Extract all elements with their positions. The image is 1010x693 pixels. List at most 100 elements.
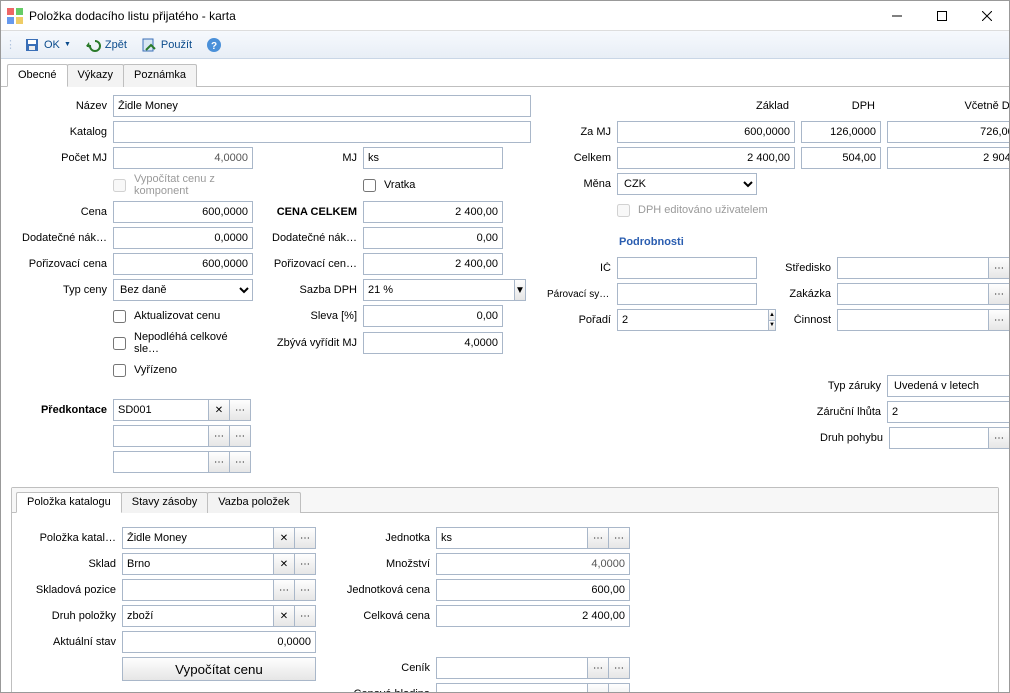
katalog-input[interactable] xyxy=(113,121,531,143)
ic-input[interactable] xyxy=(617,257,757,279)
cenhlad-input[interactable] xyxy=(436,683,588,692)
stredisko-input[interactable] xyxy=(837,257,989,279)
predkontace-clear-button[interactable]: ✕ xyxy=(208,399,230,421)
predkontace-input[interactable] xyxy=(113,399,209,421)
cena-celkem-input[interactable] xyxy=(363,201,503,223)
pocetmj-input[interactable] xyxy=(113,147,253,169)
porizovaci2-input[interactable] xyxy=(363,253,503,275)
vypocitat-komponent-checkbox: Vypočítat cenu z komponent xyxy=(113,173,253,197)
zakazka-input[interactable] xyxy=(837,283,989,305)
vratka-chk-input[interactable] xyxy=(363,179,376,192)
polozkakat-browse-button[interactable]: ⋯ xyxy=(294,527,316,549)
poradi-input[interactable] xyxy=(617,309,769,331)
polozkakat-clear-button[interactable]: ✕ xyxy=(273,527,295,549)
predkontace3-browse-button[interactable]: ⋯ xyxy=(229,451,251,473)
cinnost-pick-button[interactable]: ⋯ xyxy=(988,309,1009,331)
dodatecne2-input[interactable] xyxy=(363,227,503,249)
jednotka-pick-button[interactable]: ⋯ xyxy=(587,527,609,549)
druhpolozky-browse-button[interactable]: ⋯ xyxy=(294,605,316,627)
zamj-vcetne-input[interactable] xyxy=(887,121,1009,143)
stredisko-pick-button[interactable]: ⋯ xyxy=(988,257,1009,279)
jedncena-input[interactable] xyxy=(436,579,630,601)
cena-input[interactable] xyxy=(113,201,253,223)
sklad-input[interactable] xyxy=(122,553,274,575)
polozkakat-input[interactable] xyxy=(122,527,274,549)
nepodleha-chk-input[interactable] xyxy=(113,337,126,350)
celkem-zaklad-input[interactable] xyxy=(617,147,795,169)
tab-vykazy[interactable]: Výkazy xyxy=(67,64,124,87)
predkontace3-pick-button[interactable]: ⋯ xyxy=(208,451,230,473)
nepodleha-checkbox[interactable]: Nepodléhá celkové sle… xyxy=(113,331,253,355)
sklad-browse-button[interactable]: ⋯ xyxy=(294,553,316,575)
predkontace2-pick-button[interactable]: ⋯ xyxy=(208,425,230,447)
sazbadph-dropdown-button[interactable]: ▼ xyxy=(514,279,526,301)
dodatecne-input[interactable] xyxy=(113,227,253,249)
maximize-button[interactable] xyxy=(919,1,964,30)
zamj-zaklad-input[interactable] xyxy=(617,121,795,143)
mj-label: MJ xyxy=(253,152,363,164)
aktualizovat-chk-input[interactable] xyxy=(113,310,126,323)
jednotka-input[interactable] xyxy=(436,527,588,549)
cenik-browse-button[interactable]: ⋯ xyxy=(608,657,630,679)
aktstav-input[interactable] xyxy=(122,631,316,653)
inner-tabs-block: Položka katalogu Stavy zásoby Vazba polo… xyxy=(11,487,999,692)
minimize-button[interactable] xyxy=(874,1,919,30)
tab-obecne[interactable]: Obecné xyxy=(7,64,68,87)
druhpolozky-clear-button[interactable]: ✕ xyxy=(273,605,295,627)
tab-poznamka[interactable]: Poznámka xyxy=(123,64,197,87)
inner-tab-polozka[interactable]: Položka katalogu xyxy=(16,492,122,513)
inner-tab-vazba[interactable]: Vazba položek xyxy=(207,492,300,513)
inner-tab-stavy[interactable]: Stavy zásoby xyxy=(121,492,208,513)
zarucnilhuta-input[interactable] xyxy=(887,401,1009,423)
cenhlad-browse-button[interactable]: ⋯ xyxy=(608,683,630,692)
nazev-input[interactable] xyxy=(113,95,531,117)
druhpolozky-input[interactable] xyxy=(122,605,274,627)
vratka-checkbox[interactable]: Vratka xyxy=(363,179,415,192)
sazbadph-input[interactable] xyxy=(363,279,515,301)
vypocitat-cenu-button[interactable]: Vypočítat cenu xyxy=(122,657,316,681)
parovaci-input[interactable] xyxy=(617,283,757,305)
zarucnilhuta-label: Záruční lhůta xyxy=(547,406,887,418)
porizovaci-input[interactable] xyxy=(113,253,253,275)
zpet-button[interactable]: Zpět xyxy=(79,35,133,55)
druhpohybu-input[interactable] xyxy=(889,427,989,449)
cenik-input[interactable] xyxy=(436,657,588,679)
mena-select[interactable]: CZK xyxy=(617,173,757,195)
cenhlad-pick-button[interactable]: ⋯ xyxy=(587,683,609,692)
predkontace2-input[interactable] xyxy=(113,425,209,447)
cinnost-input[interactable] xyxy=(837,309,989,331)
celkem-vcetne-input[interactable] xyxy=(887,147,1009,169)
zbyva-input[interactable] xyxy=(363,332,503,354)
ok-label: OK xyxy=(44,39,60,51)
vyrizeno-chk-input[interactable] xyxy=(113,364,126,377)
sklpozice-input[interactable] xyxy=(122,579,274,601)
predkontace3-input[interactable] xyxy=(113,451,209,473)
cena-label: Cena xyxy=(11,206,113,218)
mj-input[interactable] xyxy=(363,147,503,169)
sklpozice-browse-button[interactable]: ⋯ xyxy=(294,579,316,601)
help-button[interactable]: ? xyxy=(200,35,228,55)
window-title: Položka dodacího listu přijatého - karta xyxy=(29,9,874,23)
predkontace2-browse-button[interactable]: ⋯ xyxy=(229,425,251,447)
jednotka-browse-button[interactable]: ⋯ xyxy=(608,527,630,549)
celkcena-input[interactable] xyxy=(436,605,630,627)
sleva-input[interactable] xyxy=(363,305,503,327)
cenik-pick-button[interactable]: ⋯ xyxy=(587,657,609,679)
sklad-clear-button[interactable]: ✕ xyxy=(273,553,295,575)
ok-button[interactable]: OK ▼ xyxy=(18,35,77,55)
close-button[interactable] xyxy=(964,1,1009,30)
window: Položka dodacího listu přijatého - karta… xyxy=(0,0,1010,693)
aktualizovat-checkbox[interactable]: Aktualizovat cenu xyxy=(113,310,253,323)
sklpozice-pick-button[interactable]: ⋯ xyxy=(273,579,295,601)
typzaruky-select[interactable]: Uvedená v letech xyxy=(887,375,1009,397)
typceny-select[interactable]: Bez daně xyxy=(113,279,253,301)
ok-dropdown-caret[interactable]: ▼ xyxy=(64,37,71,53)
druhpohybu-pick-button[interactable]: ⋯ xyxy=(988,427,1009,449)
celkem-dph-input[interactable] xyxy=(801,147,881,169)
pouzit-button[interactable]: Použít xyxy=(135,35,198,55)
zamj-dph-input[interactable] xyxy=(801,121,881,143)
inner-tab-vazba-label: Vazba položek xyxy=(218,496,289,508)
predkontace-browse-button[interactable]: ⋯ xyxy=(229,399,251,421)
vyrizeno-checkbox[interactable]: Vyřízeno xyxy=(113,364,253,377)
zakazka-pick-button[interactable]: ⋯ xyxy=(988,283,1009,305)
